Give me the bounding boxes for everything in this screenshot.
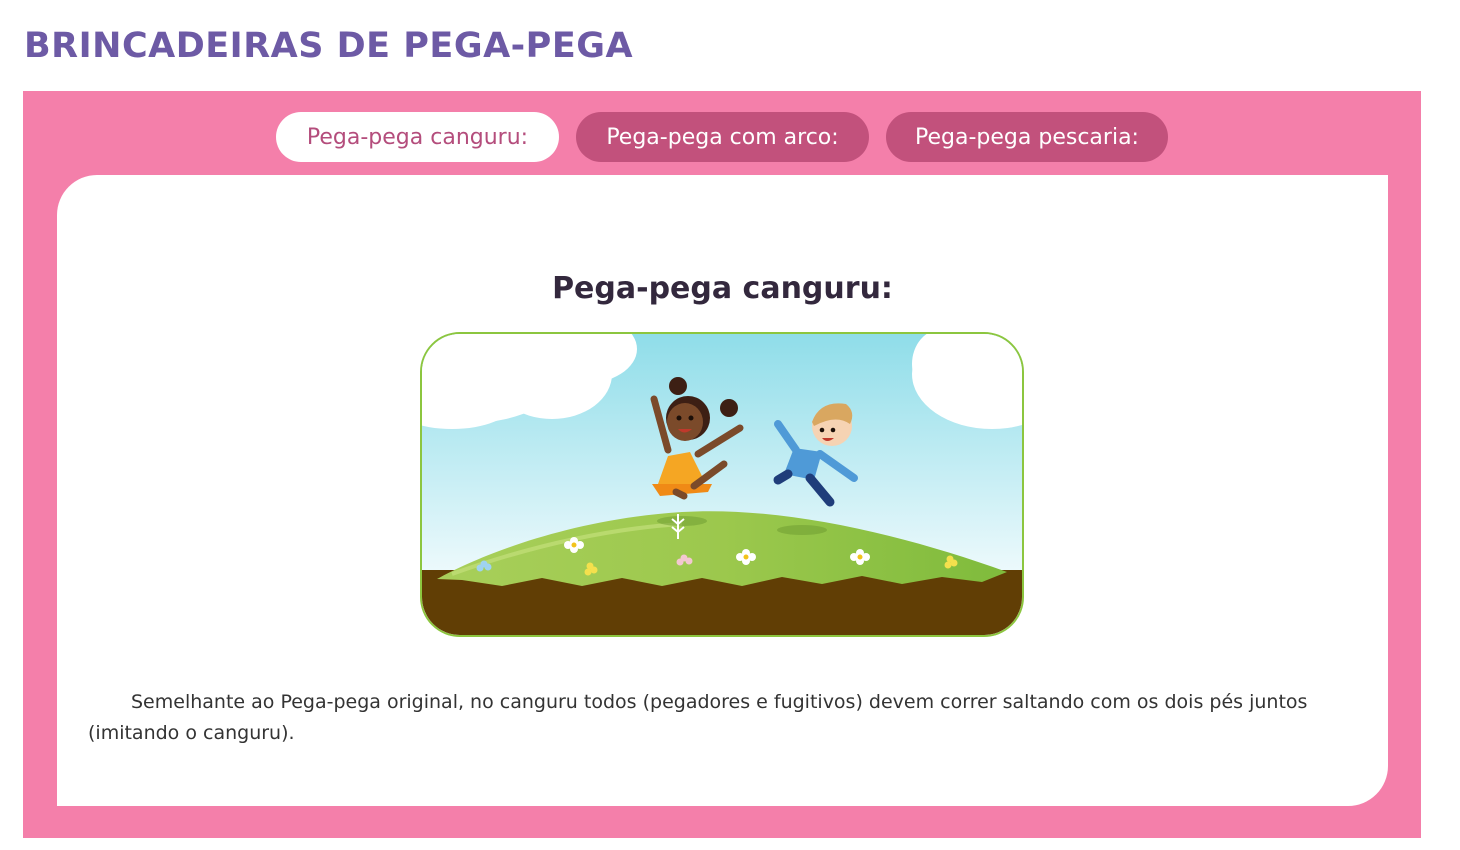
tab-pega-pega-canguru[interactable]: Pega-pega canguru: [276,112,559,162]
content-frame: Pega-pega canguru: Pega-pega com arco: P… [23,91,1421,838]
tab-description: Semelhante ao Pega-pega original, no can… [88,691,1308,744]
tab-panel: Pega-pega canguru: Semelhante ao Pega-pe… [57,175,1388,806]
tab-pega-pega-pescaria[interactable]: Pega-pega pescaria: [886,112,1168,162]
tab-bar: Pega-pega canguru: Pega-pega com arco: P… [23,112,1421,162]
kids-jumping-image [422,334,1022,635]
kids-jumping-illustration [420,332,1024,637]
tab-pega-pega-com-arco[interactable]: Pega-pega com arco: [576,112,869,162]
section-heading: Pega-pega canguru: [552,271,893,306]
page-title: BRINCADEIRAS DE PEGA-PEGA [24,26,634,66]
